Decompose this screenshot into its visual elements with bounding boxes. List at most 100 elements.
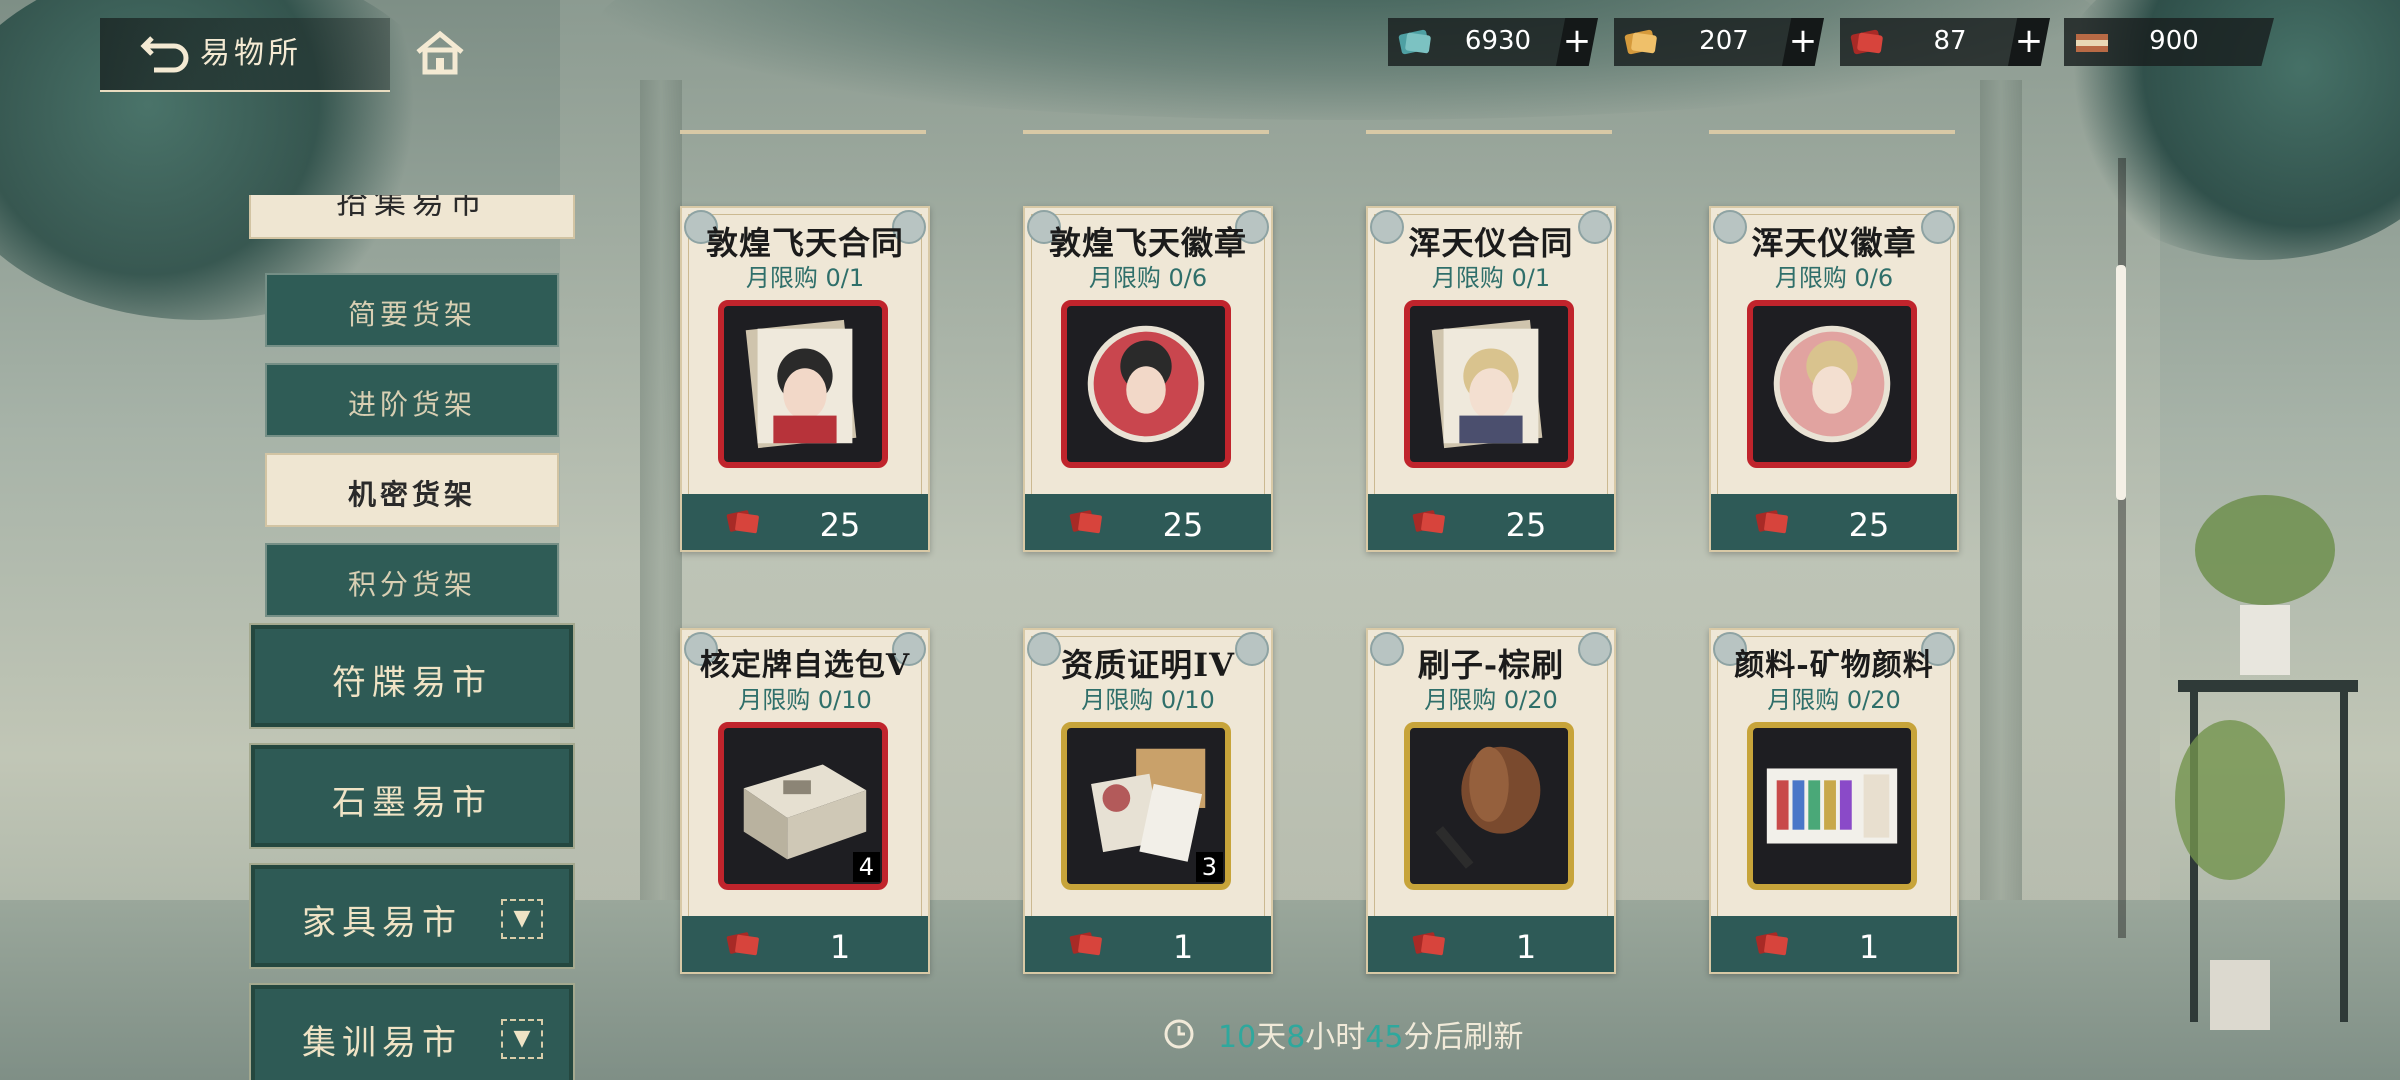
badge-portrait-icon [1773,325,1891,443]
chevron-down-icon[interactable]: ▼ [501,1019,543,1059]
item-card[interactable]: 敦煌飞天合同 月限购 0/1 25 [680,206,930,552]
price-bar: 25 [1711,494,1957,550]
item-card[interactable]: 资质证明IV 月限购 0/10 3 1 [1023,628,1273,974]
card-above-edge [1709,100,1955,134]
refresh-minutes: 45 [1365,1020,1404,1055]
currency-gold-value: 207 [1699,26,1749,56]
sidebar-subitem-label: 机密货架 [347,478,476,511]
top-bar: 易物所 6930 + 207 + 87 + 900 [0,0,2400,100]
sidebar-subitem-label: 进阶货架 [347,388,476,421]
badge-portrait-icon [1087,325,1205,443]
contract-portrait-icon [745,319,857,449]
refresh-days: 10 [1218,1020,1257,1055]
item-card[interactable]: 浑天仪徽章 月限购 0/6 25 [1709,206,1959,552]
sidebar-subitem-label: 简要货架 [347,298,476,331]
item-price: 25 [1848,506,1890,544]
item-name: 颜料-矿物颜料 [1734,648,1934,683]
card-above-edge [1023,100,1269,134]
currency-gold: 207 + [1614,18,1824,66]
refresh-minutes-suffix: 分后刷新 [1403,1020,1524,1055]
item-name: 核定牌自选包V [699,648,911,683]
sidebar-item-training-market[interactable]: 集训易市 ▼ [249,983,575,1080]
home-icon[interactable] [414,30,466,76]
card-above-edge [1366,100,1612,134]
potted-plant-decoration [2175,495,2358,1030]
refresh-hours-unit: 小时 [1305,1020,1366,1055]
teal-ticket-icon [1398,29,1431,55]
item-purchase-limit: 月限购 0/6 [1088,264,1208,292]
item-purchase-limit: 月限购 0/1 [745,264,865,292]
sidebar-item-label: 集训易市 [302,1023,462,1063]
item-purchase-limit: 月限购 0/6 [1774,264,1894,292]
refresh-timer: 10天8小时45分后刷新 [1218,1012,1523,1056]
sidebar-item-label: 符牒易市 [332,663,492,703]
currency-teal: 6930 + [1388,18,1598,66]
scrollbar-thumb[interactable] [2116,265,2126,500]
price-bar: 1 [1025,916,1271,972]
item-card[interactable]: 核定牌自选包V 月限购 0/10 4 1 [680,628,930,974]
item-image [1061,300,1231,468]
item-image [1747,722,1917,890]
item-purchase-limit: 月限购 0/10 [1081,686,1215,714]
item-image: 3 [1061,722,1231,890]
item-price: 25 [1162,506,1204,544]
price-bar: 25 [1025,494,1271,550]
red-ticket-icon [1850,29,1883,55]
item-image [1747,300,1917,468]
item-purchase-limit: 月限购 0/20 [1767,686,1901,714]
sidebar-subitem-basic-shelf[interactable]: 简要货架 [265,273,559,347]
item-purchase-limit: 月限购 0/20 [1424,686,1558,714]
back-arrow-icon[interactable] [140,24,196,74]
item-card[interactable]: 刷子-棕刷 月限购 0/20 1 [1366,628,1616,974]
item-price: 1 [829,928,851,966]
item-image [1404,300,1574,468]
sidebar-item-collection-market[interactable]: 拾集易市 [249,195,575,239]
paint-set-icon [1766,768,1898,844]
item-image: 4 [718,722,888,890]
brush-icon [1435,746,1541,869]
currency-scroll-value: 900 [2149,26,2199,56]
contract-portrait-icon [1431,319,1543,449]
scroll-ticket-icon [2076,34,2108,52]
refresh-hours: 8 [1286,1020,1306,1055]
item-price: 1 [1858,928,1880,966]
currency-red-value: 87 [1933,26,1967,56]
sidebar-item-label: 家具易市 [302,903,462,943]
sidebar-item-furniture-market[interactable]: 家具易市 ▼ [249,863,575,969]
sidebar-item-talisman-market[interactable]: 符牒易市 [249,623,575,729]
sidebar-subitem-advanced-shelf[interactable]: 进阶货架 [265,363,559,437]
item-card[interactable]: 浑天仪合同 月限购 0/1 25 [1366,206,1616,552]
currency-teal-value: 6930 [1464,26,1532,56]
sidebar: 拾集易市 简要货架 进阶货架 机密货架 积分货架 符牒易市 石墨易市 家具易市 … [245,195,575,1080]
chevron-down-icon[interactable]: ▼ [501,899,543,939]
sidebar-item-label: 拾集易市 [335,195,488,221]
sidebar-item-graphite-market[interactable]: 石墨易市 [249,743,575,849]
price-bar: 1 [682,916,928,972]
gold-ticket-icon [1624,29,1657,55]
currency-red: 87 + [1840,18,2050,66]
price-bar: 25 [682,494,928,550]
item-price: 25 [1505,506,1547,544]
price-bar: 25 [1368,494,1614,550]
item-price: 1 [1515,928,1537,966]
price-bar: 1 [1711,916,1957,972]
refresh-days-unit: 天 [1256,1020,1287,1055]
page-title: 易物所 [200,36,302,71]
background-pillar [640,80,682,930]
item-price: 1 [1172,928,1194,966]
item-purchase-limit: 月限购 0/1 [1431,264,1551,292]
item-image [1404,722,1574,890]
background-pillar [1980,80,2022,930]
item-card[interactable]: 颜料-矿物颜料 月限购 0/20 1 [1709,628,1959,974]
sidebar-subitem-secret-shelf[interactable]: 机密货架 [265,453,559,527]
card-above-edge [680,100,926,134]
item-quantity: 3 [1195,852,1223,882]
item-quantity: 4 [852,852,880,882]
item-image [718,300,888,468]
clock-icon [1164,1019,1194,1049]
sidebar-subitem-points-shelf[interactable]: 积分货架 [265,543,559,617]
sidebar-subitem-label: 积分货架 [347,568,476,601]
item-purchase-limit: 月限购 0/10 [738,686,872,714]
item-card[interactable]: 敦煌飞天徽章 月限购 0/6 25 [1023,206,1273,552]
price-bar: 1 [1368,916,1614,972]
